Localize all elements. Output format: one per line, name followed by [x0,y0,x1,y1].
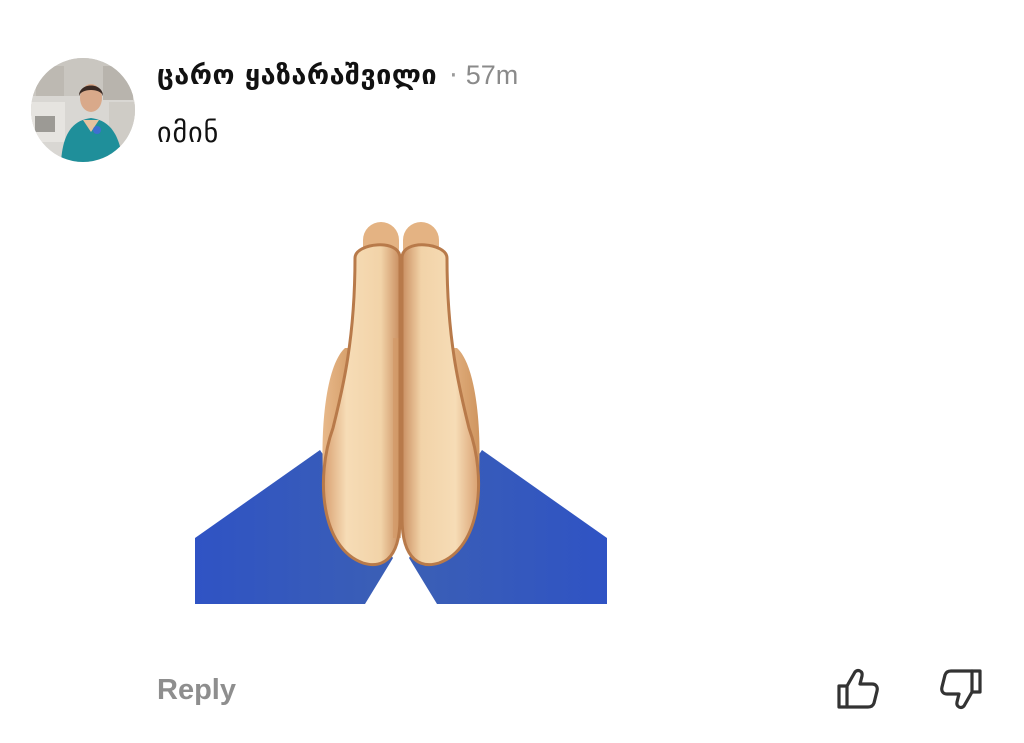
avatar[interactable] [31,58,135,162]
comment-text: იმინ [157,116,220,149]
like-button[interactable] [834,666,880,712]
thumbs-up-icon [834,669,880,716]
thumbs-down-icon [939,669,985,716]
folded-hands-icon [195,218,607,608]
comment-item: ცარო ყაზარაშვილი · 57m იმინ Reply [0,0,1024,743]
author-name[interactable]: ცარო ყაზარაშვილი [157,60,437,91]
reply-button[interactable]: Reply [157,674,236,707]
comment-header: ცარო ყაზარაშვილი · 57m [157,60,518,91]
dislike-button[interactable] [939,666,985,712]
timestamp: 57m [465,60,519,90]
separator-dot: · [449,60,458,91]
